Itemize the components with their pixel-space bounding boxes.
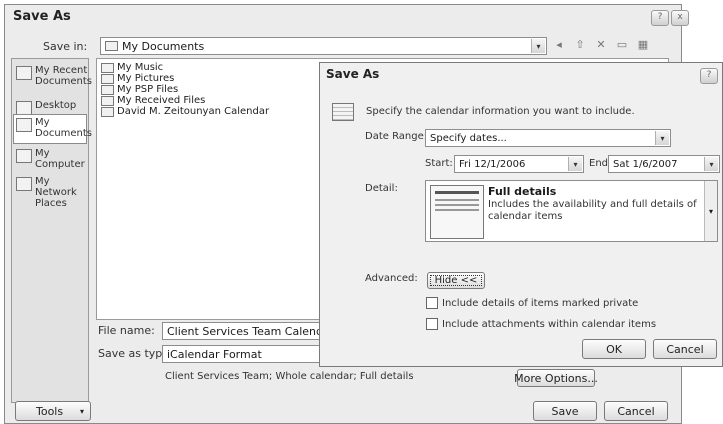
end-date-dropdown[interactable]: Sat 1/6/2007 ▾ <box>608 155 720 173</box>
network-places-icon <box>16 177 32 191</box>
up-folder-icon[interactable]: ⇧ <box>574 39 586 51</box>
end-date-value: Sat 1/6/2007 <box>613 158 678 170</box>
detail-selector[interactable]: Full details Includes the availability a… <box>425 180 718 242</box>
tools-label: Tools <box>36 404 64 418</box>
delete-icon[interactable]: ✕ <box>595 39 607 51</box>
outer-close-button[interactable]: x <box>671 10 689 26</box>
place-my-computer[interactable]: My Computer <box>16 148 86 170</box>
advanced-label: Advanced: <box>365 273 418 284</box>
outer-title-buttons: ? x <box>651 10 689 26</box>
folder-icon <box>105 41 118 51</box>
calendar-folder-icon <box>101 106 114 117</box>
calendar-instruction: Specify the calendar information you wan… <box>366 106 635 117</box>
chevron-down-icon[interactable]: ▾ <box>704 157 718 171</box>
place-desktop[interactable]: Desktop <box>16 100 86 115</box>
place-network-places[interactable]: My Network Places <box>16 176 86 209</box>
outer-dialog-title: Save As <box>13 9 71 24</box>
detail-label: Detail: <box>365 183 398 194</box>
recent-documents-icon <box>16 66 32 80</box>
checkbox-box[interactable] <box>426 318 438 330</box>
my-computer-icon <box>16 149 32 163</box>
file-name-input[interactable]: Client Services Team Calendar <box>162 322 322 340</box>
calendar-icon <box>332 103 354 121</box>
chevron-down-icon[interactable]: ▾ <box>655 131 669 145</box>
start-date-value: Fri 12/1/2006 <box>459 158 526 170</box>
folder-icon <box>101 84 114 95</box>
save-as-type-dropdown[interactable]: iCalendar Format <box>162 345 322 363</box>
include-private-label: Include details of items marked private <box>442 297 639 309</box>
date-range-value: Specify dates... <box>430 132 507 144</box>
folder-icon <box>101 73 114 84</box>
checkbox-box[interactable] <box>426 297 438 309</box>
detail-scrollbar[interactable]: ▾ <box>704 181 717 241</box>
views-icon[interactable]: ▦ <box>637 39 649 51</box>
more-options-button[interactable]: More Options... <box>514 369 598 387</box>
folder-icon <box>101 62 114 73</box>
place-label: My Documents <box>35 117 93 139</box>
include-private-checkbox[interactable]: Include details of items marked private <box>426 297 638 309</box>
calendar-dialog-title: Save As <box>326 67 380 81</box>
file-name-value: Client Services Team Calendar <box>167 324 322 338</box>
calendar-title-buttons: ? <box>700 68 718 84</box>
new-folder-icon[interactable]: ▭ <box>616 39 628 51</box>
detail-description: Includes the availability and full detai… <box>488 199 697 222</box>
save-in-label: Save in: <box>43 40 88 53</box>
back-icon[interactable]: ◂ <box>553 39 565 51</box>
date-range-dropdown[interactable]: Specify dates... ▾ <box>425 129 671 147</box>
hide-advanced-button[interactable]: Hide << <box>427 272 485 289</box>
save-button[interactable]: Save <box>533 401 597 421</box>
outer-help-button[interactable]: ? <box>651 10 669 26</box>
calendar-options-dialog: Save As ? Specify the calendar informati… <box>319 62 723 367</box>
include-attachments-label: Include attachments within calendar item… <box>442 318 657 330</box>
save-in-value: My Documents <box>122 39 205 53</box>
place-label: My Network Places <box>35 176 77 209</box>
folder-icon <box>101 95 114 106</box>
calendar-help-button[interactable]: ? <box>700 68 718 84</box>
selection-description: Client Services Team; Whole calendar; Fu… <box>165 371 414 382</box>
my-documents-icon <box>16 118 32 132</box>
place-label: My Computer <box>35 148 85 170</box>
include-attachments-checkbox[interactable]: Include attachments within calendar item… <box>426 318 656 330</box>
save-in-dropdown[interactable]: My Documents ▾ <box>100 37 547 55</box>
start-label: Start: <box>425 158 453 169</box>
chevron-down-icon: ▾ <box>79 406 84 416</box>
place-recent-documents[interactable]: My Recent Documents <box>16 65 92 87</box>
chevron-down-icon[interactable]: ▾ <box>531 39 545 53</box>
file-name-label: File name: <box>98 324 155 337</box>
desktop-icon <box>16 101 32 115</box>
place-my-documents[interactable]: My Documents <box>13 114 92 144</box>
start-date-dropdown[interactable]: Fri 12/1/2006 ▾ <box>454 155 584 173</box>
place-label: My Recent Documents <box>35 65 93 87</box>
tools-button[interactable]: Tools ▾ <box>15 401 91 421</box>
chevron-down-icon[interactable]: ▾ <box>568 157 582 171</box>
full-details-icon <box>430 185 484 239</box>
date-range-label: Date Range: <box>365 131 428 142</box>
cancel-button[interactable]: Cancel <box>604 401 668 421</box>
save-as-type-value: iCalendar Format <box>167 347 262 361</box>
detail-title: Full details <box>488 185 557 198</box>
toolbar: ◂ ⇧ ✕ ▭ ▦ <box>553 39 649 51</box>
ok-button[interactable]: OK <box>582 339 646 359</box>
calendar-cancel-button[interactable]: Cancel <box>653 339 717 359</box>
places-bar: My Recent Documents Desktop My Documents… <box>11 58 92 403</box>
place-label: Desktop <box>35 100 77 111</box>
